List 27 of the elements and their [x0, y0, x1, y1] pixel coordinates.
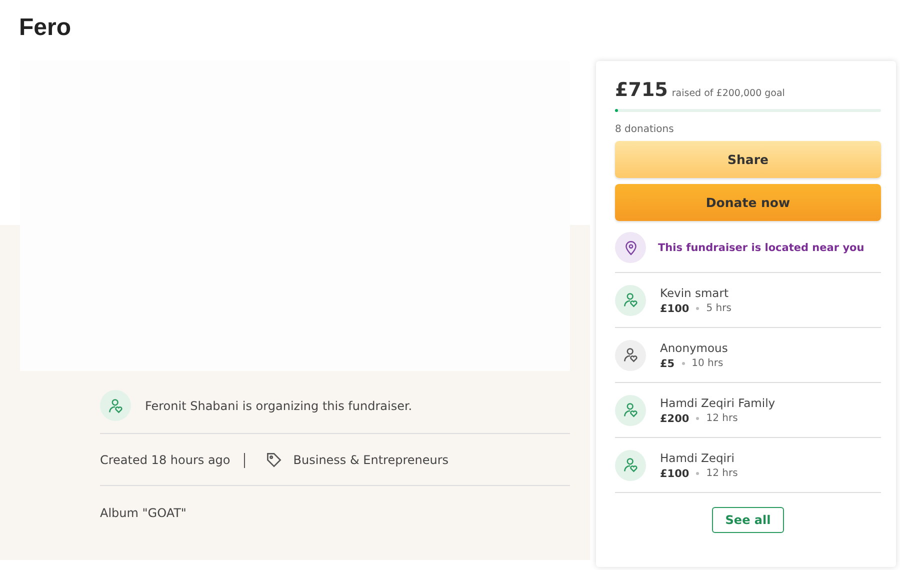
- donation-time: 12 hrs: [706, 413, 738, 424]
- donor-name: Kevin smart: [660, 286, 730, 300]
- location-text: This fundraiser is located near you: [658, 242, 864, 254]
- donation-time: 12 hrs: [706, 468, 738, 479]
- donation-time: 10 hrs: [692, 358, 724, 369]
- see-all-button[interactable]: See all: [712, 507, 784, 533]
- donation-amount: £100: [660, 468, 690, 480]
- donation-amount: £5: [660, 358, 675, 370]
- category-link[interactable]: Business & Entrepreneurs: [293, 453, 449, 467]
- donation-amount: £200: [660, 412, 690, 424]
- raised-amount: £715: [615, 79, 668, 101]
- share-button[interactable]: Share: [615, 141, 881, 178]
- donation-amount: £100: [660, 302, 690, 314]
- donation-count: 8 donations: [615, 124, 675, 135]
- donation-time: 5 hrs: [706, 303, 732, 314]
- location-pin-icon: [615, 232, 646, 263]
- description-text: Album "GOAT": [100, 506, 188, 520]
- donate-button[interactable]: Donate now: [615, 184, 881, 221]
- tag-icon: [265, 451, 284, 469]
- donor-name: Anonymous: [660, 340, 728, 354]
- organizer-text: Feronit Shabani is organizing this fundraiser.: [145, 398, 412, 412]
- donor-name: Hamdi Zeqiri Family: [660, 396, 776, 410]
- organizer-avatar-icon: [100, 390, 131, 421]
- page-title: Fero: [18, 13, 72, 43]
- created-time: Created 18 hours ago: [100, 453, 230, 467]
- goal-text: raised of £200,000 goal: [672, 88, 785, 99]
- donor-name: Hamdi Zeqiri: [660, 450, 736, 464]
